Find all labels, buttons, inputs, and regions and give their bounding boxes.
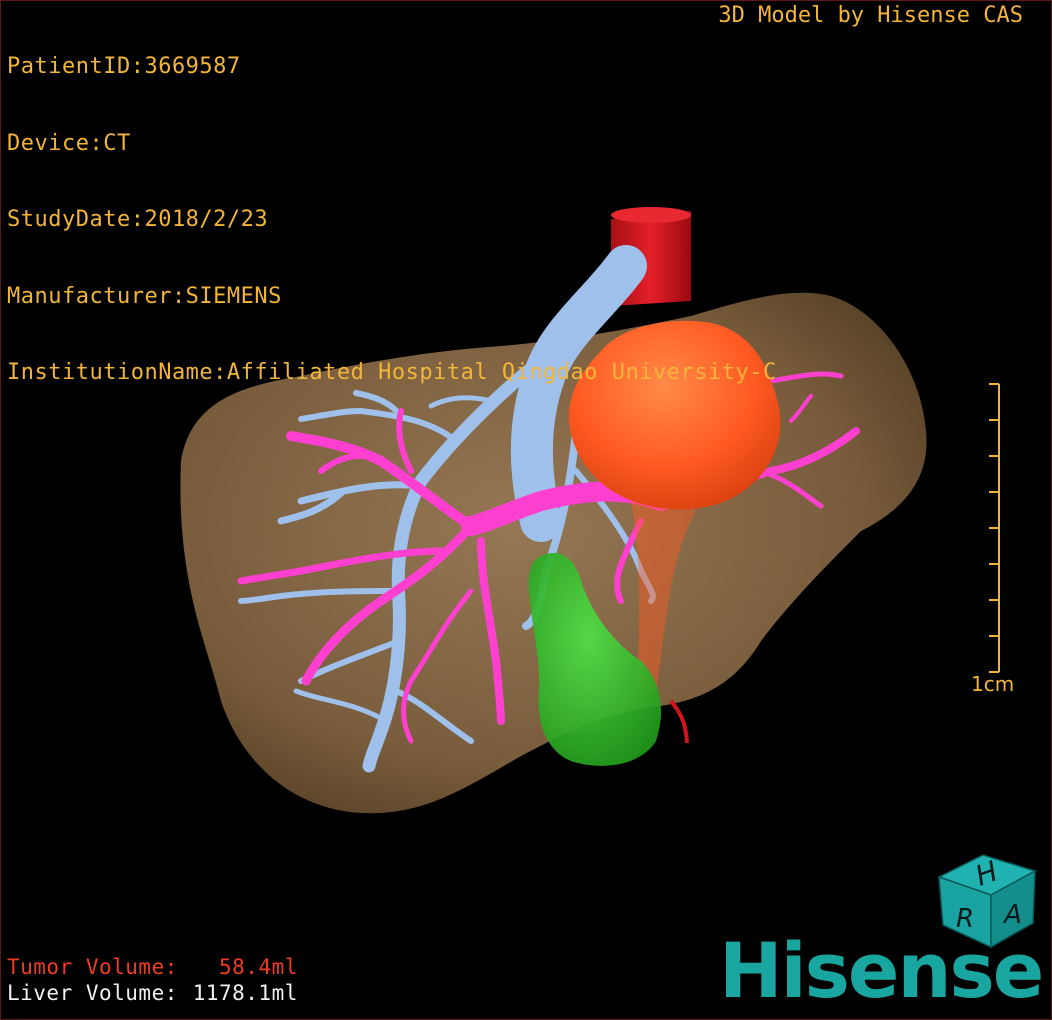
hepatic-artery — [669, 699, 689, 744]
scale-bar — [989, 383, 1000, 673]
model-credit: 3D Model by Hisense CAS — [718, 3, 1023, 28]
liver-volume-value: 1178.1ml — [192, 981, 298, 1005]
scale-bar-label: 1cm — [971, 672, 1015, 696]
tumor-volume-value: 58.4ml — [219, 955, 298, 979]
tumor-volume-label: Tumor Volume: — [7, 955, 178, 979]
manufacturer: Manufacturer:SIEMENS — [7, 283, 282, 309]
3d-viewport[interactable]: PatientID:3669587 Device:CT StudyDate:20… — [0, 0, 1052, 1020]
institution-name: InstitutionName:Affiliated Hospital Qing… — [7, 360, 777, 385]
tumor-volume: Tumor Volume: 58.4ml — [7, 955, 298, 979]
liver-volume-label: Liver Volume: — [7, 981, 178, 1005]
device: Device:CT — [7, 130, 131, 156]
study-info: PatientID:3669587 Device:CT StudyDate:20… — [7, 3, 777, 437]
study-date: StudyDate:2018/2/23 — [7, 207, 269, 232]
liver-volume: Liver Volume: 1178.1ml — [7, 981, 298, 1005]
patient-id: PatientID:3669587 — [7, 54, 241, 79]
hisense-logo: Hisense — [719, 926, 1044, 1015]
